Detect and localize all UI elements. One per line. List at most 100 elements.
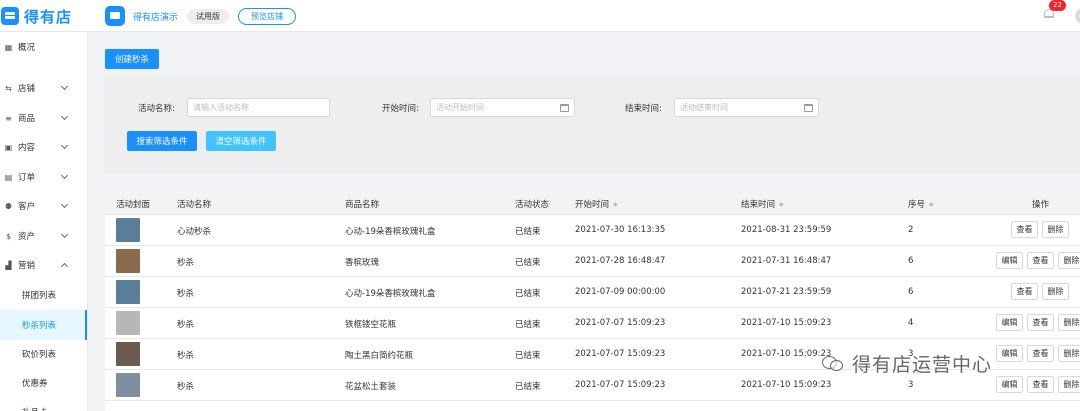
col-end-time[interactable]: 结束时间 ◆ [741, 198, 784, 210]
start-time-cell: 2021-07-07 15:09:23 [575, 380, 666, 390]
status-cell: 已结束 [515, 320, 541, 330]
status-cell: 已结束 [515, 227, 541, 237]
start-time-cell: 2021-07-07 15:09:23 [575, 349, 666, 359]
status-cell: 已结束 [515, 351, 541, 361]
status-cell: 已结束 [515, 289, 541, 299]
start-time-placeholder: 活动开始时间 [436, 103, 484, 112]
table-row: 秒杀 铁框镂空花瓶 已结束 2021-07-07 15:09:23 2021-07-10… [105, 308, 1080, 339]
sidebar-item-label: 订单 [18, 173, 36, 183]
chevron-down-icon [60, 82, 69, 91]
sidebar-item-marketing[interactable]: ▟ 营销 [0, 250, 87, 280]
activity-name-cell: 秒杀 [177, 289, 195, 299]
avatar[interactable] [1075, 8, 1080, 24]
table-row: 心动秒杀 心动-19朵香槟玫瑰礼盒 已结束 2021-07-30 16:13:35 20… [105, 215, 1080, 246]
product-name-cell: 心动-19朵香槟玫瑰礼盒 [345, 289, 436, 299]
chevron-down-icon [60, 230, 69, 239]
delete-button[interactable]: 删除 [1058, 252, 1080, 269]
activity-name-cell: 秒杀 [177, 382, 195, 392]
order-icon: ▤ [4, 172, 13, 182]
activity-cover-image [116, 342, 140, 366]
clear-filter-button[interactable]: 清空筛选条件 [206, 131, 276, 151]
sidebar-item-order[interactable]: ▤ 订单 [0, 162, 87, 192]
end-time-cell: 2021-07-21 23:59:59 [741, 287, 832, 297]
col-seq[interactable]: 序号 ◆ [908, 198, 934, 210]
view-button[interactable]: 查看 [1027, 252, 1054, 269]
top-header: 得有店 得有店演示 试用版 预览店铺 22 [0, 0, 1080, 32]
sidebar-item-content[interactable]: ▣ 内容 [0, 132, 87, 162]
view-button[interactable]: 查看 [1011, 283, 1038, 300]
sort-icon[interactable]: ◆ [929, 201, 934, 208]
end-time-label: 结束时间: [625, 104, 662, 114]
activity-cover-image [116, 218, 140, 242]
asset-icon: $ [5, 231, 12, 241]
edit-button[interactable]: 编辑 [996, 314, 1023, 331]
sidebar-item-label: 资产 [18, 232, 36, 242]
table-header: 活动封面 活动名称 商品名称 活动状态 开始时间 ◆ 结束时间 ◆ 序号 ◆ 操作 [105, 191, 1080, 215]
delete-button[interactable]: 删除 [1042, 221, 1069, 238]
sidebar-item-label: 内容 [18, 143, 36, 153]
col-product-name: 商品名称 [345, 200, 380, 210]
create-flash-sale-button[interactable]: 创建秒杀 [105, 49, 159, 69]
view-button[interactable]: 查看 [1011, 221, 1038, 238]
sort-icon[interactable]: ◆ [613, 201, 618, 208]
sidebar-subitem[interactable]: 拼团列表 [0, 280, 87, 310]
activity-name-cell: 秒杀 [177, 258, 195, 268]
sidebar-item-grid[interactable]: ▦ 概况 [0, 32, 87, 62]
delete-button[interactable]: 删除 [1042, 283, 1069, 300]
sort-icon[interactable]: ◆ [779, 201, 784, 208]
delete-button[interactable]: 删除 [1058, 376, 1080, 393]
customer-icon: ⚉ [4, 201, 13, 211]
sidebar-subitem[interactable]: 优惠券 [0, 368, 87, 398]
end-time-placeholder: 活动结束时间 [680, 103, 728, 112]
sidebar-item-label: 营销 [18, 261, 36, 271]
sidebar-subitem[interactable]: 秒杀列表 [0, 310, 87, 340]
end-time-cell: 2021-07-10 15:09:23 [741, 349, 832, 359]
search-filter-button[interactable]: 搜索筛选条件 [127, 131, 197, 151]
end-time-cell: 2021-07-10 15:09:23 [741, 380, 832, 390]
sidebar-item-label: 客户 [18, 202, 36, 212]
store-icon: ⇆ [5, 83, 12, 93]
sidebar-item-asset[interactable]: $ 资产 [0, 221, 87, 251]
watermark-text: 得有店运营中心 [852, 353, 993, 376]
calendar-icon [560, 104, 569, 112]
marketing-icon: ▟ [5, 260, 12, 270]
activity-name-input[interactable]: 请输入活动名称 [187, 98, 330, 117]
chevron-down-icon [60, 112, 69, 121]
store-name[interactable]: 得有店演示 [133, 10, 178, 23]
start-time-picker[interactable]: 活动开始时间 [430, 98, 575, 117]
col-seq-label: 序号 [908, 200, 926, 210]
delete-button[interactable]: 删除 [1058, 314, 1080, 331]
chevron-down-icon [60, 171, 69, 180]
product-name-cell: 心动-19朵香槟玫瑰礼盒 [345, 227, 436, 237]
sidebar-subitem[interactable]: 砍价列表 [0, 339, 87, 369]
flash-sale-table: 活动封面 活动名称 商品名称 活动状态 开始时间 ◆ 结束时间 ◆ 序号 ◆ 操作 心… [105, 191, 1080, 411]
sidebar-subitem[interactable]: 礼品卡 [0, 397, 87, 411]
product-icon: ≡ [5, 113, 12, 123]
end-time-cell: 2021-08-31 23:59:59 [741, 225, 832, 235]
chevron-up-icon [60, 262, 69, 271]
activity-cover-image [116, 373, 140, 397]
seq-cell: 6 [908, 287, 914, 297]
col-start-time[interactable]: 开始时间 ◆ [575, 198, 618, 210]
end-time-cell: 2021-07-31 16:48:47 [741, 256, 832, 266]
start-time-cell: 2021-07-09 00:00:00 [575, 287, 666, 297]
brand[interactable]: 得有店 [0, 0, 88, 32]
chevron-down-icon [60, 141, 69, 150]
activity-cover-image [116, 280, 140, 304]
edit-button[interactable]: 编辑 [996, 252, 1023, 269]
end-time-picker[interactable]: 活动结束时间 [674, 98, 819, 117]
edit-button[interactable]: 编辑 [996, 376, 1023, 393]
sidebar-item-product[interactable]: ≡ 商品 [0, 103, 87, 133]
sidebar-item-store[interactable]: ⇆ 店铺 [0, 73, 87, 103]
view-button[interactable]: 查看 [1027, 376, 1054, 393]
view-button[interactable]: 查看 [1027, 314, 1054, 331]
sidebar-item-customer[interactable]: ⚉ 客户 [0, 191, 87, 221]
activity-name-cell: 秒杀 [177, 320, 195, 330]
end-time-cell: 2021-07-10 15:09:23 [741, 318, 832, 328]
activity-name-placeholder: 请输入活动名称 [193, 103, 249, 112]
store-logo-icon [105, 6, 125, 26]
sidebar-item-label: 店铺 [18, 84, 36, 94]
preview-store-button[interactable]: 预览店铺 [238, 7, 297, 25]
sidebar: ▦ 概况 ⇆ 店铺 ≡ 商品 ▣ 内容 ▤ 订单 ⚉ 客户 $ 资产 ▟ 营销拼团列表秒杀列表砍价列表优惠券礼… [0, 32, 88, 411]
status-cell: 已结束 [515, 382, 541, 392]
